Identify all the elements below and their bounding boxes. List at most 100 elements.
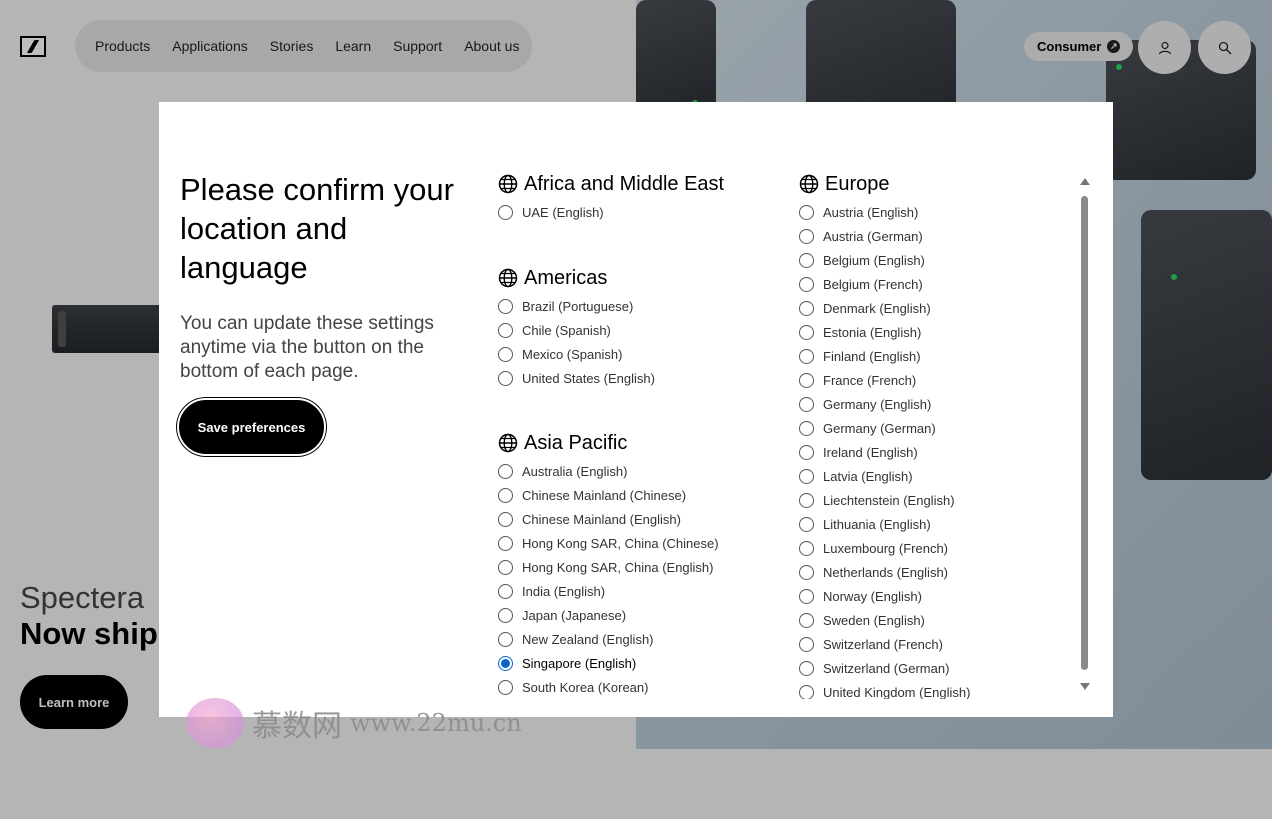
location-option-label: Netherlands (English) xyxy=(823,564,949,580)
watermark-url: www.22mu.cn xyxy=(350,709,522,737)
radio-button[interactable] xyxy=(799,468,814,484)
location-option[interactable]: Hong Kong SAR, China (Chinese) xyxy=(498,531,719,555)
location-option-label: Singapore (English) xyxy=(522,655,637,671)
location-option[interactable]: Japan (Japanese) xyxy=(498,603,719,627)
radio-button[interactable] xyxy=(799,396,814,412)
location-option[interactable]: Australia (English) xyxy=(498,459,719,483)
location-option[interactable]: Denmark (English) xyxy=(799,296,970,320)
scroll-down-arrow-icon[interactable] xyxy=(1080,683,1090,690)
scroll-up-arrow-icon[interactable] xyxy=(1080,178,1090,185)
radio-button[interactable] xyxy=(498,487,513,503)
scrollbar-thumb[interactable] xyxy=(1081,196,1088,670)
globe-icon xyxy=(799,174,819,194)
location-option[interactable]: Chile (Spanish) xyxy=(498,318,655,342)
radio-button[interactable] xyxy=(799,420,814,436)
radio-button[interactable] xyxy=(498,655,513,671)
location-option[interactable]: Brazil (Portuguese) xyxy=(498,294,655,318)
location-option[interactable]: Chinese Mainland (Chinese) xyxy=(498,483,719,507)
location-option[interactable]: France (French) xyxy=(799,368,970,392)
location-option-label: Lithuania (English) xyxy=(823,516,931,532)
location-option[interactable]: Germany (English) xyxy=(799,392,970,416)
radio-button[interactable] xyxy=(799,636,814,652)
location-option[interactable]: Hong Kong SAR, China (English) xyxy=(498,555,719,579)
radio-button[interactable] xyxy=(498,535,513,551)
location-option[interactable]: Germany (German) xyxy=(799,416,970,440)
modal-scroll-area[interactable]: Please confirm your location and languag… xyxy=(159,102,1113,699)
radio-button[interactable] xyxy=(498,583,513,599)
location-option[interactable]: Austria (English) xyxy=(799,200,970,224)
radio-button[interactable] xyxy=(498,631,513,647)
location-option[interactable]: Sweden (English) xyxy=(799,608,970,632)
location-option[interactable]: Belgium (English) xyxy=(799,248,970,272)
location-option[interactable]: UAE (English) xyxy=(498,200,724,224)
radio-button[interactable] xyxy=(799,564,814,580)
radio-button[interactable] xyxy=(799,540,814,556)
location-option[interactable]: Singapore (English) xyxy=(498,651,719,675)
radio-button[interactable] xyxy=(498,204,513,220)
location-option[interactable]: Luxembourg (French) xyxy=(799,536,970,560)
location-option-label: Japan (Japanese) xyxy=(522,607,627,623)
location-option[interactable]: India (English) xyxy=(498,579,719,603)
radio-button[interactable] xyxy=(799,324,814,340)
radio-button[interactable] xyxy=(498,559,513,575)
radio-button[interactable] xyxy=(799,612,814,628)
radio-button[interactable] xyxy=(498,607,513,623)
location-option[interactable]: Mexico (Spanish) xyxy=(498,342,655,366)
location-option[interactable]: Ireland (English) xyxy=(799,440,970,464)
location-option[interactable]: United States (English) xyxy=(498,366,655,390)
location-option-label: Norway (English) xyxy=(823,588,922,604)
radio-button[interactable] xyxy=(799,660,814,676)
radio-button[interactable] xyxy=(498,322,513,338)
radio-button[interactable] xyxy=(498,370,513,386)
region-name: Americas xyxy=(524,266,608,289)
location-option[interactable]: Lithuania (English) xyxy=(799,512,970,536)
radio-button[interactable] xyxy=(799,348,814,364)
location-option-label: Hong Kong SAR, China (Chinese) xyxy=(522,535,719,551)
location-option[interactable]: Switzerland (German) xyxy=(799,656,970,680)
location-option[interactable]: Netherlands (English) xyxy=(799,560,970,584)
globe-icon xyxy=(498,174,518,194)
radio-button[interactable] xyxy=(799,684,814,699)
radio-button[interactable] xyxy=(799,588,814,604)
location-option[interactable]: Norway (English) xyxy=(799,584,970,608)
radio-button[interactable] xyxy=(799,204,814,220)
radio-button[interactable] xyxy=(799,228,814,244)
radio-button[interactable] xyxy=(799,516,814,532)
location-option-label: Chinese Mainland (English) xyxy=(522,511,681,527)
radio-button[interactable] xyxy=(498,511,513,527)
location-option[interactable]: South Korea (Korean) xyxy=(498,675,719,699)
radio-button[interactable] xyxy=(498,298,513,314)
watermark-text: 慕数网 xyxy=(252,709,342,744)
location-option-label: Germany (English) xyxy=(823,396,932,412)
location-option[interactable]: Chinese Mainland (English) xyxy=(498,507,719,531)
location-option[interactable]: Latvia (English) xyxy=(799,464,970,488)
location-option-label: Chinese Mainland (Chinese) xyxy=(522,487,687,503)
radio-button[interactable] xyxy=(799,276,814,292)
radio-button[interactable] xyxy=(498,679,513,695)
location-option[interactable]: Belgium (French) xyxy=(799,272,970,296)
radio-button[interactable] xyxy=(799,444,814,460)
location-option[interactable]: Estonia (English) xyxy=(799,320,970,344)
save-preferences-button[interactable]: Save preferences xyxy=(177,398,326,456)
watermark: 慕数网 www.22mu.cn xyxy=(186,698,522,748)
location-option-label: France (French) xyxy=(823,372,917,388)
location-option[interactable]: New Zealand (English) xyxy=(498,627,719,651)
location-option-label: India (English) xyxy=(522,583,606,599)
radio-button[interactable] xyxy=(799,372,814,388)
location-option[interactable]: Finland (English) xyxy=(799,344,970,368)
location-option-label: Austria (English) xyxy=(823,204,919,220)
radio-button[interactable] xyxy=(799,492,814,508)
location-option[interactable]: Austria (German) xyxy=(799,224,970,248)
location-option-label: Luxembourg (French) xyxy=(823,540,948,556)
location-option[interactable]: Liechtenstein (English) xyxy=(799,488,970,512)
location-language-modal: Please confirm your location and languag… xyxy=(159,102,1113,717)
modal-scrollbar[interactable] xyxy=(1079,178,1091,690)
radio-button[interactable] xyxy=(498,346,513,362)
location-option-label: Sweden (English) xyxy=(823,612,925,628)
location-option[interactable]: United Kingdom (English) xyxy=(799,680,970,699)
radio-button[interactable] xyxy=(799,252,814,268)
modal-intro: Please confirm your location and languag… xyxy=(180,170,475,384)
location-option[interactable]: Switzerland (French) xyxy=(799,632,970,656)
radio-button[interactable] xyxy=(498,463,513,479)
radio-button[interactable] xyxy=(799,300,814,316)
